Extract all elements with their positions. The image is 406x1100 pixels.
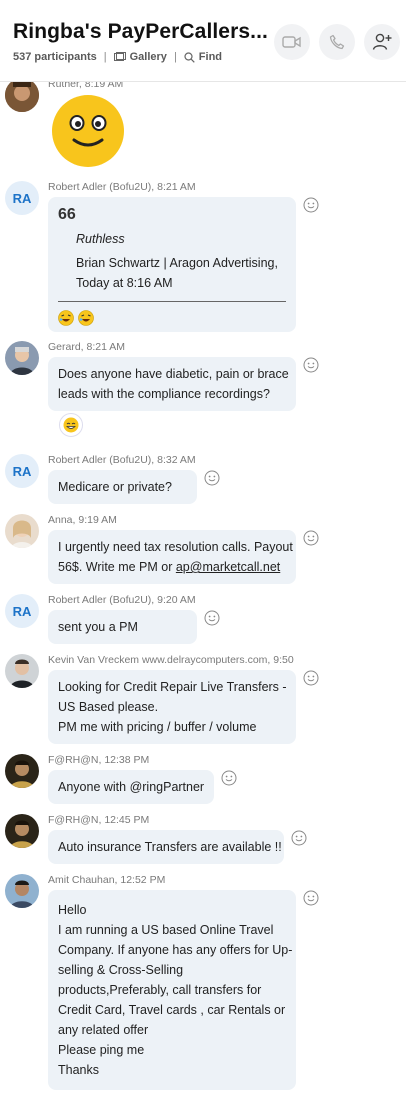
message-line: 56$. Write me PM or ap@marketcall.net — [58, 557, 286, 577]
smile-emoji — [52, 95, 124, 172]
message-line: sent you a PM — [58, 620, 138, 634]
message-line: Hello — [58, 903, 87, 917]
message-line: leads with the compliance recordings? — [58, 387, 270, 401]
add-reaction-icon[interactable] — [303, 197, 319, 213]
message: Amit Chauhan, 12:52 PM Hello I am runnin… — [0, 874, 406, 1090]
chat-header: Ringba's PayPerCallers... 537 participan… — [0, 0, 406, 82]
message-line: Thanks — [58, 1063, 99, 1077]
gallery-link[interactable]: Gallery — [113, 51, 167, 63]
separator: | — [173, 51, 177, 63]
message-line: PM me with pricing / buffer / volume — [58, 720, 257, 734]
message-bubble[interactable]: Medicare or private? — [48, 470, 197, 504]
avatar[interactable]: RA — [5, 181, 39, 215]
message-bubble[interactable]: 66 Ruthless Brian Schwartz | Aragon Adve… — [48, 197, 296, 332]
grinning-emoji-icon — [63, 417, 79, 433]
message-sender-time: Robert Adler (Bofu2U), 9:20 AM — [48, 594, 196, 606]
message-line: US Based please. — [58, 700, 159, 714]
message-bubble[interactable]: I urgently need tax resolution calls. Pa… — [48, 530, 296, 584]
add-reaction-icon[interactable] — [303, 530, 319, 546]
gallery-icon — [113, 52, 126, 61]
message-line: any related offer — [58, 1023, 149, 1037]
conversation-title[interactable]: Ringba's PayPerCallers... — [13, 20, 268, 44]
message-line: Anyone with @ringPartner — [58, 780, 205, 794]
add-reaction-icon[interactable] — [204, 470, 220, 486]
message-line: I am running a US based Online Travel — [58, 923, 274, 937]
message-sender-time: Amit Chauhan, 12:52 PM — [48, 874, 166, 886]
quote-author-line: Today at 8:16 AM — [76, 276, 173, 290]
message-line: Please ping me — [58, 1043, 145, 1057]
quote-divider — [58, 301, 286, 302]
message: Ruther, 8:19 AM — [0, 76, 406, 176]
message-bubble[interactable]: Looking for Credit Repair Live Transfers… — [48, 670, 296, 744]
message: F@RH@N, 12:38 PM Anyone with @ringPartne… — [0, 754, 406, 804]
message-line: I urgently need tax resolution calls. Pa… — [58, 540, 293, 554]
add-person-icon — [372, 33, 392, 50]
message: RA Robert Adler (Bofu2U), 9:20 AM sent y… — [0, 594, 406, 644]
phone-icon — [329, 34, 345, 50]
message-line: products,Preferably, call transfers for — [58, 983, 262, 997]
message: Gerard, 8:21 AM Does anyone have diabeti… — [0, 341, 406, 441]
message-bubble[interactable]: Hello I am running a US based Online Tra… — [48, 890, 296, 1090]
avatar[interactable] — [5, 514, 39, 548]
separator: | — [103, 51, 107, 63]
message-bubble[interactable]: Anyone with @ringPartner — [48, 770, 214, 804]
add-reaction-icon[interactable] — [303, 670, 319, 686]
quote-text: Ruthless — [76, 232, 125, 246]
add-reaction-icon[interactable] — [303, 890, 319, 906]
search-icon — [184, 51, 195, 63]
avatar[interactable] — [5, 341, 39, 375]
message-sender-time: Anna, 9:19 AM — [48, 514, 117, 526]
message-bubble[interactable]: Auto insurance Transfers are available !… — [48, 830, 284, 864]
message-bubble[interactable]: sent you a PM — [48, 610, 197, 644]
avatar[interactable] — [5, 754, 39, 788]
message-line: Medicare or private? — [58, 480, 172, 494]
quote-mark: 66 — [58, 206, 76, 223]
video-camera-icon — [282, 36, 301, 48]
avatar[interactable] — [5, 654, 39, 688]
message-line: Does anyone have diabetic, pain or brace — [58, 367, 289, 381]
avatar[interactable]: RA — [5, 454, 39, 488]
emoji-row — [58, 310, 286, 326]
laughing-emoji-icon — [58, 310, 74, 326]
message: Kevin Van Vreckem www.delraycomputers.co… — [0, 654, 406, 746]
add-reaction-icon[interactable] — [303, 357, 319, 373]
gallery-label: Gallery — [129, 51, 167, 63]
email-link[interactable]: ap@marketcall.net — [176, 560, 280, 574]
reaction-chip[interactable] — [59, 413, 83, 437]
message-line: Company. If anyone has any offers for Up… — [58, 943, 293, 957]
message-sender-time: Kevin Van Vreckem www.delraycomputers.co… — [48, 654, 294, 666]
message-bubble[interactable]: Does anyone have diabetic, pain or brace… — [48, 357, 296, 411]
quote-author-line: Brian Schwartz | Aragon Advertising, — [76, 256, 278, 270]
avatar[interactable] — [5, 874, 39, 908]
add-reaction-icon[interactable] — [221, 770, 237, 786]
conversation-subbar: 537 participants | Gallery | Find — [13, 51, 222, 63]
add-participant-button[interactable] — [364, 24, 400, 60]
audio-call-button[interactable] — [319, 24, 355, 60]
message: RA Robert Adler (Bofu2U), 8:21 AM 66 Rut… — [0, 181, 406, 332]
message: Anna, 9:19 AM I urgently need tax resolu… — [0, 514, 406, 584]
find-link[interactable]: Find — [184, 51, 222, 63]
message-sender-time: F@RH@N, 12:38 PM — [48, 754, 150, 766]
message-sender-time: F@RH@N, 12:45 PM — [48, 814, 150, 826]
avatar[interactable]: RA — [5, 594, 39, 628]
message-line: Looking for Credit Repair Live Transfers… — [58, 680, 287, 694]
message-sender-time: Robert Adler (Bofu2U), 8:32 AM — [48, 454, 196, 466]
message-line: Credit Card, Travel cards , car Rentals … — [58, 1003, 286, 1017]
add-reaction-icon[interactable] — [204, 610, 220, 626]
message-line: Auto insurance Transfers are available !… — [58, 840, 282, 854]
find-label: Find — [198, 51, 223, 63]
laughing-emoji-icon — [78, 310, 94, 326]
avatar[interactable] — [5, 814, 39, 848]
message-line: selling & Cross-Selling — [58, 963, 184, 977]
message-text: 56$. Write me PM or — [58, 560, 176, 574]
video-call-button[interactable] — [274, 24, 310, 60]
participants-count[interactable]: 537 participants — [13, 51, 97, 63]
message: F@RH@N, 12:45 PM Auto insurance Transfer… — [0, 814, 406, 864]
quote-author: Brian Schwartz | Aragon Advertising, Tod… — [58, 253, 286, 293]
add-reaction-icon[interactable] — [291, 830, 307, 846]
message-sender-time: Gerard, 8:21 AM — [48, 341, 126, 353]
message: RA Robert Adler (Bofu2U), 8:32 AM Medica… — [0, 454, 406, 504]
avatar[interactable] — [5, 78, 39, 112]
message-sender-time: Robert Adler (Bofu2U), 8:21 AM — [48, 181, 196, 193]
